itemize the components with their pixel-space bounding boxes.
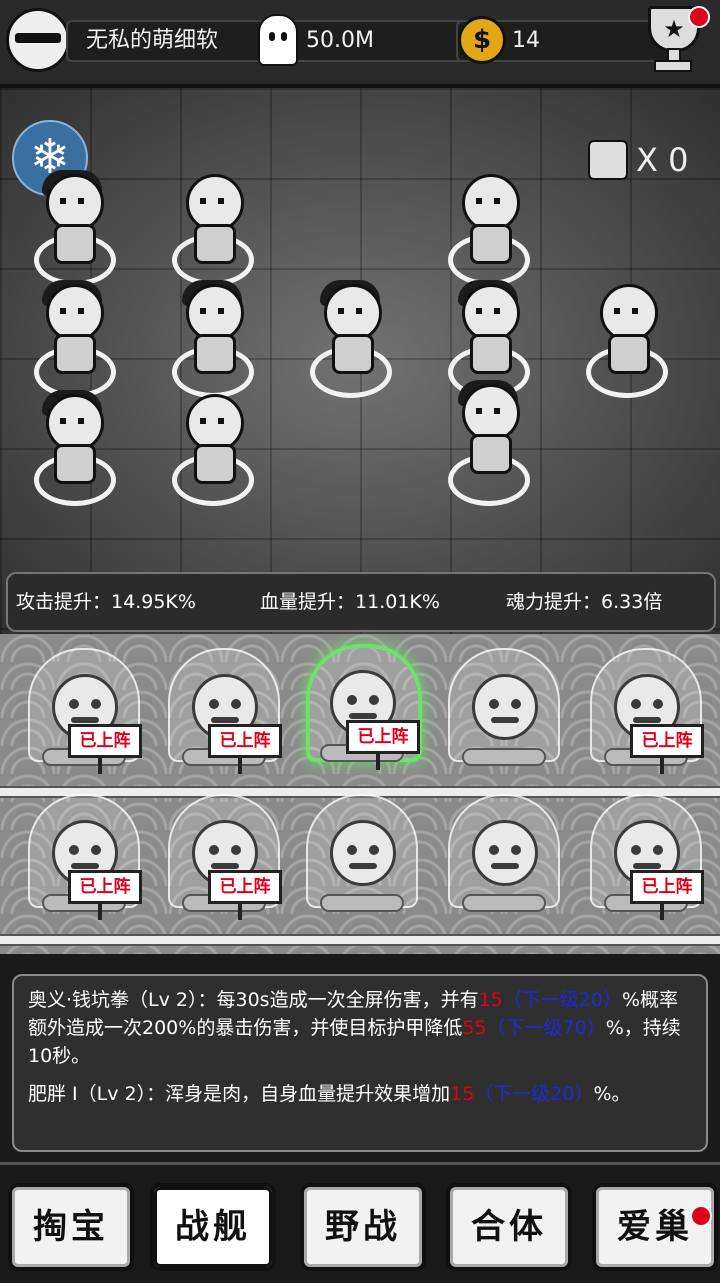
hero-unit[interactable] [36, 280, 108, 374]
skill-1-text: 奥义·钱坑拳（Lv 2）：每30s造成一次全屏伤害，并有15（下一级20）%概率… [28, 986, 692, 1070]
deployed-sign: 已上阵 [68, 724, 142, 758]
hp-boost-label: 血量提升： [260, 591, 356, 613]
player-avatar[interactable] [6, 8, 70, 72]
soul-boost-value: 6.33倍 [601, 591, 663, 613]
nav-taobao-button[interactable]: 掏宝 [8, 1183, 134, 1271]
player-name: 无私的萌细软 [66, 20, 268, 62]
hero-capsule[interactable]: 已上阵 [590, 794, 704, 920]
trophy-button[interactable]: ★ [640, 6, 710, 72]
hero-capsule[interactable]: 已上阵 [168, 648, 282, 774]
soul-boost-label: 魂力提升： [506, 591, 602, 613]
hero-capsule[interactable] [448, 794, 560, 918]
hp-boost-value: 11.01K% [355, 591, 440, 613]
skill-1-next: （下一级20） [502, 989, 622, 1011]
hp-boost: 血量提升：11.01K% [260, 574, 440, 630]
hero-unit[interactable] [314, 280, 386, 374]
nav-field-battle-button[interactable]: 野战 [300, 1183, 426, 1271]
deployed-sign: 已上阵 [630, 724, 704, 758]
deployed-sign: 已上阵 [208, 870, 282, 904]
hero-capsule[interactable] [448, 648, 560, 772]
hero-unit[interactable] [452, 280, 524, 374]
hero-capsule[interactable]: 已上阵 [28, 794, 142, 920]
nav-warship-button[interactable]: 战舰 [150, 1183, 276, 1271]
bottom-nav: 掏宝 战舰 野战 合体 爱巢 [0, 1162, 720, 1283]
hero-capsule[interactable]: 已上阵 [28, 648, 142, 774]
skill-1-value: 55 [462, 1017, 487, 1039]
hero-capsule[interactable]: 已上阵 [590, 648, 704, 774]
skill-2-next: （下一级20） [474, 1083, 594, 1105]
nav-combine-button[interactable]: 合体 [446, 1183, 572, 1271]
top-bar: 无私的萌细软 50.0M 14 $ ★ [0, 0, 720, 88]
hero-unit[interactable] [176, 174, 248, 264]
skill-2-text: 肥胖 I（Lv 2）：浑身是肉，自身血量提升效果增加15（下一级20）%。 [28, 1080, 692, 1108]
hero-capsule[interactable] [306, 794, 418, 918]
skill-2-part: 肥胖 I（Lv 2）：浑身是肉，自身血量提升效果增加 [28, 1083, 451, 1105]
ghost-icon [258, 14, 298, 66]
skill-2-part: %。 [593, 1083, 631, 1105]
hero-unit[interactable] [36, 390, 108, 484]
deployed-sign: 已上阵 [346, 720, 420, 754]
deployed-sign: 已上阵 [68, 870, 142, 904]
skill-1-part: 奥义·钱坑拳（Lv 2）：每30s造成一次全屏伤害，并有 [28, 989, 479, 1011]
deployed-sign: 已上阵 [630, 870, 704, 904]
deployed-sign: 已上阵 [208, 724, 282, 758]
hero-collection: 已上阵 已上阵 已上阵 已上阵 已上阵 已上阵 已上阵 [0, 634, 720, 954]
coin-icon: $ [458, 16, 506, 64]
skill-description: 奥义·钱坑拳（Lv 2）：每30s造成一次全屏伤害，并有15（下一级20）%概率… [12, 974, 708, 1152]
dice-count: X 0 [636, 141, 689, 179]
hero-unit[interactable] [452, 380, 524, 474]
hero-capsule[interactable]: 已上阵 [168, 794, 282, 920]
formation-stats-bar: 攻击提升：14.95K% 血量提升：11.01K% 魂力提升：6.33倍 [6, 572, 716, 632]
skill-2-value: 15 [450, 1083, 475, 1105]
skill-1-next: （下一级70） [486, 1017, 606, 1039]
skill-1-value: 15 [478, 989, 503, 1011]
battle-formation: ❄ X 0 [0, 88, 720, 634]
hero-unit[interactable] [452, 174, 524, 264]
notification-dot [688, 6, 710, 28]
attack-boost-value: 14.95K% [111, 591, 196, 613]
attack-boost: 攻击提升：14.95K% [16, 574, 196, 630]
dice-icon [588, 140, 628, 180]
notification-dot [690, 1205, 712, 1227]
nav-love-nest-button[interactable]: 爱巢 [592, 1183, 718, 1271]
hero-unit[interactable] [590, 284, 662, 374]
hero-unit[interactable] [176, 280, 248, 374]
hero-capsule-selected[interactable]: 已上阵 [306, 644, 422, 770]
soul-boost: 魂力提升：6.33倍 [506, 574, 662, 630]
hero-unit[interactable] [36, 170, 108, 264]
shelf-rail [0, 934, 720, 946]
attack-boost-label: 攻击提升： [16, 591, 112, 613]
hero-unit[interactable] [176, 394, 248, 484]
